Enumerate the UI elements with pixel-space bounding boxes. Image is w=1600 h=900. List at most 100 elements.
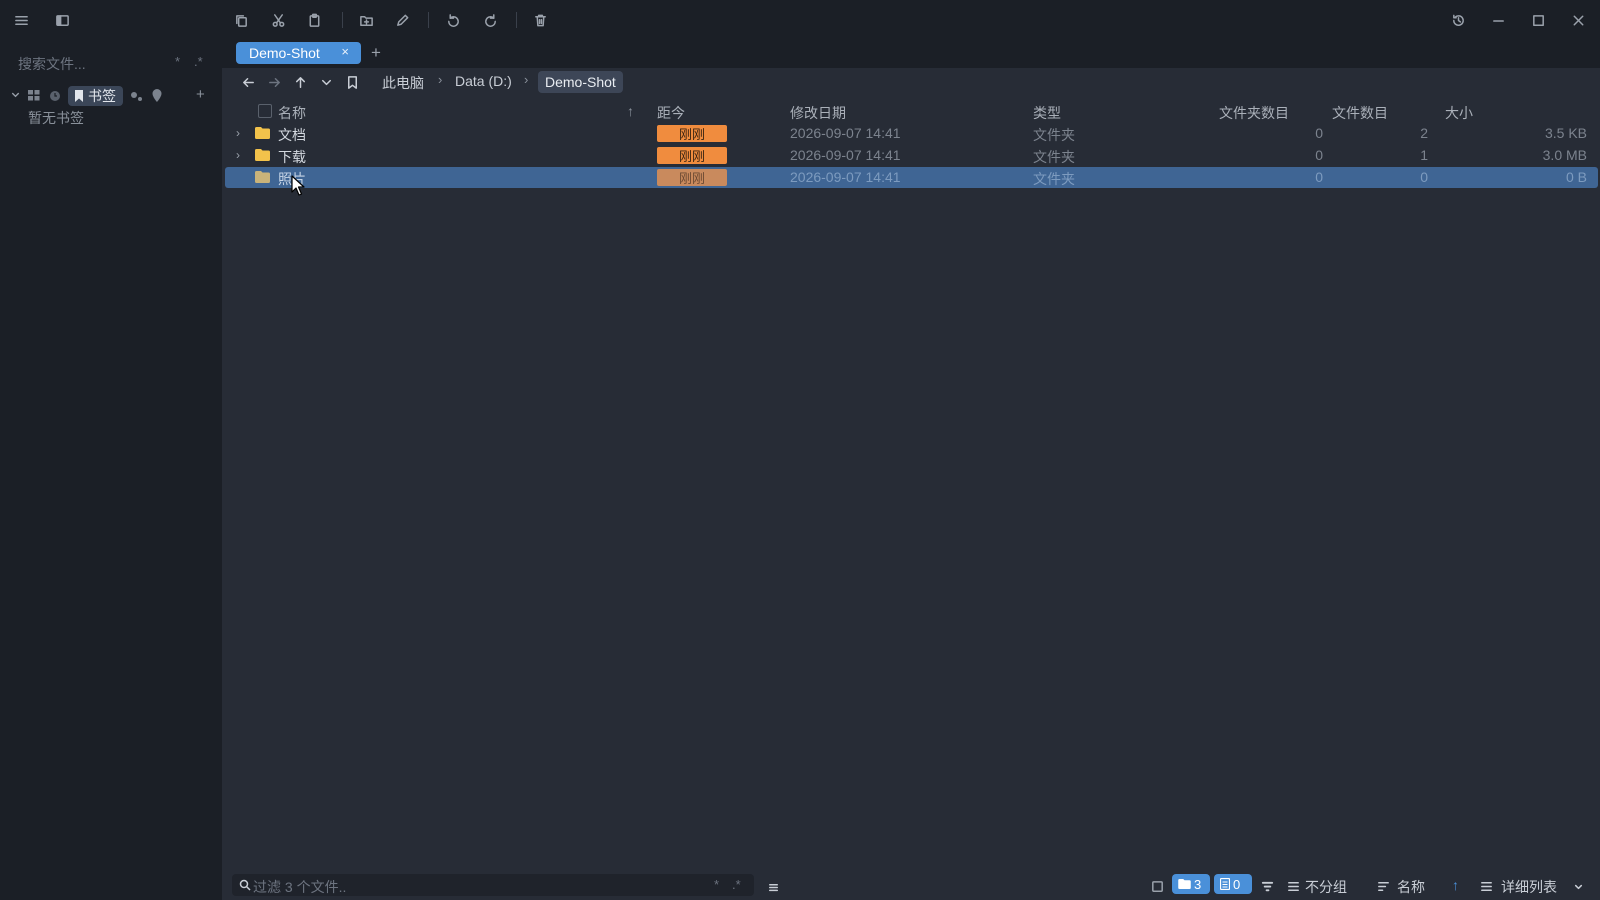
filter-funnel-icon[interactable]	[1257, 876, 1277, 896]
empty-bookmarks-text: 暂无书签	[28, 110, 84, 126]
age-badge: 刚刚	[657, 125, 727, 142]
sort-icon[interactable]	[1373, 876, 1393, 896]
search-wildcard-toggle[interactable]: *	[175, 54, 180, 69]
toolbar-divider	[516, 12, 517, 28]
breadcrumb-this-pc[interactable]: 此电脑	[382, 73, 424, 93]
file-type: 文件夹	[1033, 127, 1075, 143]
sidebar: 搜索文件... * .* 书签 + 暂无书签	[0, 40, 222, 900]
file-count-badge[interactable]: 0	[1214, 874, 1252, 894]
grid-view-icon[interactable]	[28, 90, 40, 101]
expand-chevron-icon[interactable]: ›	[236, 126, 240, 140]
sidebar-search-input[interactable]: 搜索文件...	[18, 54, 86, 74]
breadcrumb-separator: ›	[438, 72, 443, 87]
file-size: 3.5 KB	[1544, 125, 1587, 141]
forward-icon[interactable]	[264, 72, 284, 92]
file-type: 文件夹	[1033, 171, 1075, 187]
file-name: 文档	[278, 127, 306, 143]
file-count-value: 0	[1233, 876, 1241, 892]
tags-icon[interactable]	[130, 90, 143, 102]
rename-icon[interactable]	[392, 10, 412, 30]
age-badge: 刚刚	[657, 169, 727, 186]
filter-input[interactable]: 过滤 3 个文件.. * .*	[232, 874, 754, 896]
sort-by-label[interactable]: 名称	[1397, 877, 1425, 897]
column-header-folder-count[interactable]: 文件夹数目	[1219, 103, 1289, 123]
file-size: 3.0 MB	[1542, 147, 1587, 163]
file-count: 2	[1420, 125, 1428, 141]
view-mode-label[interactable]: 详细列表	[1501, 877, 1557, 897]
expand-chevron-icon[interactable]: ›	[236, 148, 240, 162]
folder-count: 0	[1315, 169, 1323, 185]
folder-icon	[255, 127, 270, 139]
search-regex-toggle[interactable]: .*	[194, 54, 203, 69]
tab-close-icon[interactable]: ×	[341, 44, 349, 59]
delete-icon[interactable]	[530, 10, 550, 30]
redo-icon[interactable]	[480, 10, 500, 30]
main-pane	[222, 68, 1600, 900]
sort-direction-icon[interactable]: ↑	[1452, 877, 1459, 893]
filter-wildcard-toggle[interactable]: *	[714, 877, 719, 892]
up-icon[interactable]	[290, 72, 310, 92]
file-count: 0	[1420, 169, 1428, 185]
bookmark-icon	[75, 90, 83, 102]
menu-icon[interactable]	[11, 10, 31, 30]
file-size: 0 B	[1565, 169, 1587, 185]
sort-ascending-icon[interactable]: ↑	[627, 103, 634, 119]
column-header-type[interactable]: 类型	[1033, 103, 1061, 123]
history-icon[interactable]	[1448, 10, 1468, 30]
bookmarks-tab[interactable]: 书签	[68, 86, 123, 106]
copy-icon[interactable]	[231, 10, 251, 30]
bookmark-toggle-icon[interactable]	[342, 72, 362, 92]
filter-regex-toggle[interactable]: .*	[732, 877, 741, 892]
breadcrumb-data-drive[interactable]: Data (D:)	[455, 73, 512, 89]
column-header-modified[interactable]: 修改日期	[790, 103, 846, 123]
column-header-size[interactable]: 大小	[1445, 103, 1473, 123]
back-icon[interactable]	[238, 72, 258, 92]
folder-icon	[1178, 879, 1191, 889]
table-row-selected[interactable]: 照片 刚刚 2026-09-07 14:41 文件夹 0 0 0 B	[225, 167, 1598, 188]
new-folder-icon[interactable]	[356, 10, 376, 30]
column-header-file-count[interactable]: 文件数目	[1332, 103, 1388, 123]
close-icon[interactable]	[1568, 10, 1588, 30]
maximize-icon[interactable]	[1528, 10, 1548, 30]
add-bookmark-button[interactable]: +	[196, 86, 205, 103]
location-pin-icon[interactable]	[152, 89, 162, 102]
chevron-down-icon[interactable]	[10, 89, 21, 100]
modified-date: 2026-09-07 14:41	[790, 125, 901, 141]
breadcrumb-demo-shot[interactable]: Demo-Shot	[538, 71, 623, 93]
undo-icon[interactable]	[443, 10, 463, 30]
cut-icon[interactable]	[268, 10, 288, 30]
modified-date: 2026-09-07 14:41	[790, 169, 901, 185]
folder-icon	[255, 149, 270, 161]
chevron-down-icon[interactable]	[1568, 876, 1588, 896]
tab-demo-shot[interactable]: Demo-Shot ×	[236, 42, 361, 64]
file-count: 1	[1420, 147, 1428, 163]
filter-placeholder: 过滤 3 个文件..	[253, 879, 347, 895]
folder-count: 0	[1315, 125, 1323, 141]
select-all-checkbox[interactable]	[258, 104, 272, 118]
breadcrumb-separator: ›	[524, 72, 529, 87]
group-icon[interactable]	[1283, 876, 1303, 896]
bookmarks-tab-label: 书签	[88, 88, 116, 104]
table-row[interactable]: › 下载 刚刚 2026-09-07 14:41 文件夹 0 1 3.0 MB	[225, 145, 1598, 166]
view-mode-icon[interactable]	[1476, 876, 1496, 896]
recent-icon[interactable]	[49, 90, 61, 102]
file-type: 文件夹	[1033, 149, 1075, 165]
folder-count-badge[interactable]: 3	[1172, 874, 1210, 894]
tab-label: Demo-Shot	[249, 45, 320, 61]
folder-count: 0	[1315, 147, 1323, 163]
toolbar-divider	[342, 12, 343, 28]
paste-icon[interactable]	[304, 10, 324, 30]
column-header-name[interactable]: 名称	[278, 103, 306, 123]
column-header-ago[interactable]: 距今	[657, 103, 685, 123]
history-dropdown-icon[interactable]	[316, 72, 336, 92]
select-checkbox-icon[interactable]	[1147, 876, 1167, 896]
sidebar-toggle-icon[interactable]	[52, 10, 72, 30]
minimize-icon[interactable]	[1488, 10, 1508, 30]
filter-menu-icon[interactable]	[763, 877, 783, 897]
search-icon	[239, 879, 251, 891]
group-by-label[interactable]: 不分组	[1305, 877, 1347, 897]
table-row[interactable]: › 文档 刚刚 2026-09-07 14:41 文件夹 0 2 3.5 KB	[225, 123, 1598, 144]
new-tab-button[interactable]: +	[371, 43, 381, 63]
file-name: 下载	[278, 149, 306, 165]
file-icon	[1220, 878, 1230, 890]
